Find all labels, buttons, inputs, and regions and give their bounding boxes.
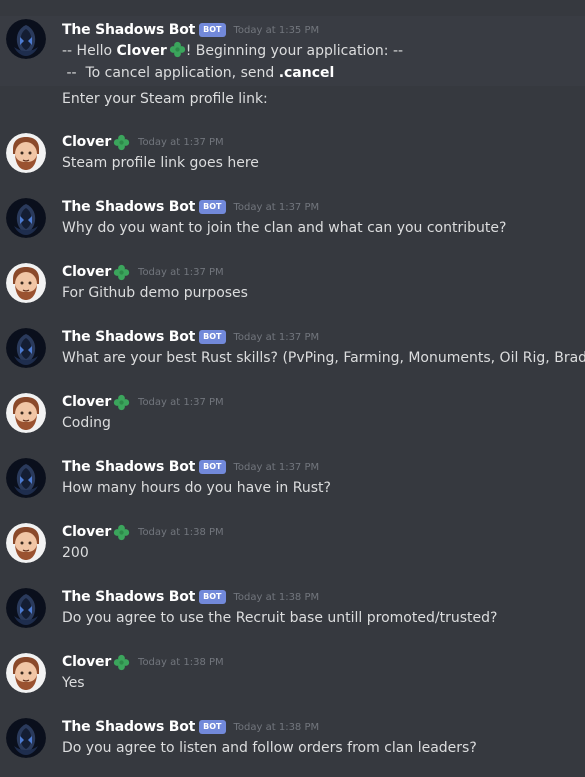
username[interactable]: The Shadows Bot (62, 22, 195, 38)
user-avatar[interactable] (6, 393, 46, 433)
bot-tag: BOT (199, 590, 226, 604)
message: The Shadows Bot BOT Today at 1:37 PM How… (0, 455, 585, 503)
message-content: Yes (62, 675, 85, 691)
message-header: The Shadows Bot BOT Today at 1:38 PM (62, 717, 319, 737)
timestamp[interactable]: Today at 1:35 PM (234, 25, 320, 36)
message: The Shadows Bot BOT Today at 1:37 PM Why… (0, 195, 585, 243)
username[interactable]: The Shadows Bot (62, 459, 195, 475)
user-avatar[interactable] (6, 133, 46, 173)
username[interactable]: The Shadows Bot (62, 719, 195, 735)
message-header: The Shadows Bot BOT Today at 1:37 PM (62, 327, 319, 347)
message-header: The Shadows Bot BOT Today at 1:35 PM (62, 20, 319, 40)
message-content: 200 (62, 545, 89, 561)
bot-tag: BOT (199, 330, 226, 344)
clover-icon (113, 264, 130, 281)
bot-avatar[interactable] (6, 458, 46, 498)
timestamp[interactable]: Today at 1:37 PM (234, 202, 320, 213)
message-line: -- To cancel application, send .cancel (62, 65, 335, 81)
message-header: Clover Today at 1:37 PM (62, 262, 224, 282)
timestamp[interactable]: Today at 1:37 PM (138, 137, 224, 148)
message-header: The Shadows Bot BOT Today at 1:38 PM (62, 587, 319, 607)
bot-avatar[interactable] (6, 588, 46, 628)
clover-icon (169, 41, 186, 58)
message-content: What are your best Rust skills? (PvPing,… (62, 350, 585, 366)
bot-tag: BOT (199, 200, 226, 214)
message-header: Clover Today at 1:37 PM (62, 392, 224, 412)
message-header: Clover Today at 1:37 PM (62, 132, 224, 152)
message: The Shadows Bot BOT Today at 1:35 PM -- … (0, 16, 585, 86)
message-content: Coding (62, 415, 111, 431)
message: Clover Today at 1:37 PM For Github demo … (0, 260, 585, 308)
message-header: The Shadows Bot BOT Today at 1:37 PM (62, 457, 319, 477)
username[interactable]: Clover (62, 264, 111, 280)
timestamp[interactable]: Today at 1:37 PM (234, 462, 320, 473)
username[interactable]: The Shadows Bot (62, 199, 195, 215)
username[interactable]: Clover (62, 134, 111, 150)
clover-icon (113, 654, 130, 671)
message: Clover Today at 1:37 PM Steam profile li… (0, 130, 585, 178)
user-avatar[interactable] (6, 653, 46, 693)
message: The Shadows Bot BOT Today at 1:37 PM Wha… (0, 325, 585, 373)
message: The Shadows Bot BOT Today at 1:38 PM Do … (0, 715, 585, 763)
message: The Shadows Bot BOT Today at 1:38 PM Do … (0, 585, 585, 633)
timestamp[interactable]: Today at 1:38 PM (234, 592, 320, 603)
message-header: Clover Today at 1:38 PM (62, 522, 224, 542)
message-content: -- Hello Clover! Beginning your applicat… (62, 40, 403, 84)
message: Clover Today at 1:38 PM 200 (0, 520, 585, 568)
message-content: Do you agree to use the Recruit base unt… (62, 610, 498, 626)
bot-avatar[interactable] (6, 718, 46, 758)
chat-messages: The Shadows Bot BOT Today at 1:35 PM -- … (0, 0, 585, 777)
bot-avatar[interactable] (6, 328, 46, 368)
username[interactable]: Clover (62, 524, 111, 540)
user-avatar[interactable] (6, 523, 46, 563)
message-content: For Github demo purposes (62, 285, 248, 301)
bot-avatar[interactable] (6, 198, 46, 238)
clover-icon (113, 134, 130, 151)
message-content: How many hours do you have in Rust? (62, 480, 331, 496)
message-line: -- Hello Clover! Beginning your applicat… (62, 41, 404, 59)
bot-avatar[interactable] (6, 19, 46, 59)
timestamp[interactable]: Today at 1:37 PM (138, 267, 224, 278)
message-content: Why do you want to join the clan and wha… (62, 220, 507, 236)
timestamp[interactable]: Today at 1:38 PM (234, 722, 320, 733)
clover-icon (113, 394, 130, 411)
message-content: Enter your Steam profile link: (62, 91, 268, 107)
message-header: Clover Today at 1:38 PM (62, 652, 224, 672)
timestamp[interactable]: Today at 1:38 PM (138, 527, 224, 538)
message-content: Do you agree to listen and follow orders… (62, 740, 477, 756)
message: Clover Today at 1:38 PM Yes (0, 650, 585, 698)
message-content: Steam profile link goes here (62, 155, 259, 171)
bot-tag: BOT (199, 720, 226, 734)
clover-icon (113, 524, 130, 541)
username[interactable]: Clover (62, 394, 111, 410)
user-avatar[interactable] (6, 263, 46, 303)
message-header: The Shadows Bot BOT Today at 1:37 PM (62, 197, 319, 217)
timestamp[interactable]: Today at 1:37 PM (234, 332, 320, 343)
bot-tag: BOT (199, 460, 226, 474)
username[interactable]: The Shadows Bot (62, 329, 195, 345)
message: Clover Today at 1:37 PM Coding (0, 390, 585, 438)
username[interactable]: Clover (62, 654, 111, 670)
timestamp[interactable]: Today at 1:37 PM (138, 397, 224, 408)
username[interactable]: The Shadows Bot (62, 589, 195, 605)
bot-tag: BOT (199, 23, 226, 37)
timestamp[interactable]: Today at 1:38 PM (138, 657, 224, 668)
